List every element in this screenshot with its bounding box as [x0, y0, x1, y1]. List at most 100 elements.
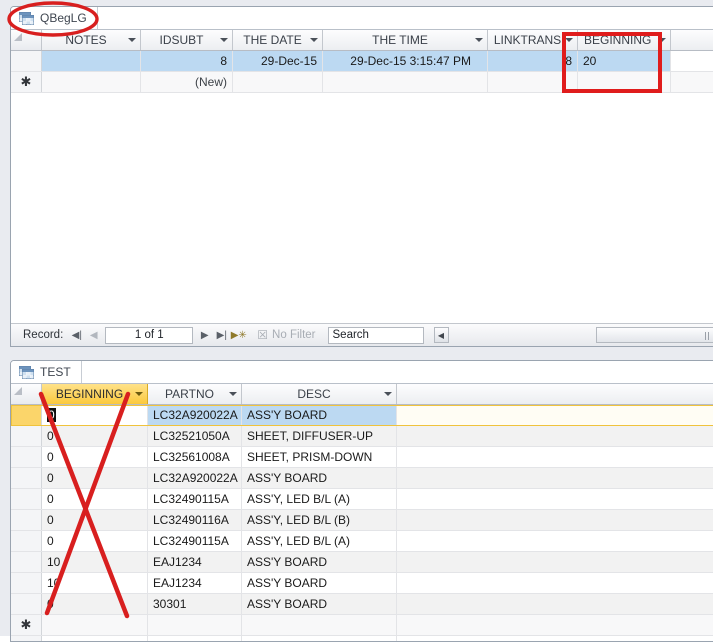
- row-selector[interactable]: [11, 594, 42, 614]
- cell-partno[interactable]: LC32490116A: [148, 510, 242, 530]
- new-record-row[interactable]: ✱: [11, 615, 713, 636]
- cell-partno[interactable]: EAJ1234: [148, 573, 242, 593]
- chevron-down-icon[interactable]: [310, 38, 318, 42]
- cell-the-time[interactable]: 29-Dec-15 3:15:47 PM: [323, 51, 488, 71]
- tab-qbeglg[interactable]: QBegLG: [11, 7, 98, 29]
- new-record-row[interactable]: ✱ (New): [11, 72, 713, 93]
- cell-partno[interactable]: LC32A920022A: [148, 468, 242, 488]
- table-row[interactable]: 10 EAJ1234 ASS'Y BOARD: [11, 552, 713, 573]
- cell-desc[interactable]: ASS'Y, LED B/L (A): [242, 531, 397, 551]
- cell-partno[interactable]: LC32490115A: [148, 489, 242, 509]
- new-record-button[interactable]: ▶✳: [230, 327, 247, 344]
- chevron-down-icon[interactable]: [220, 38, 228, 42]
- cell-desc[interactable]: ASS'Y BOARD: [242, 405, 397, 425]
- chevron-down-icon[interactable]: [658, 38, 666, 42]
- next-record-button[interactable]: ▶: [196, 327, 213, 344]
- cell-notes[interactable]: [42, 51, 141, 71]
- cell-the-date-new[interactable]: [233, 72, 323, 92]
- cell-beginning[interactable]: 0: [42, 447, 148, 467]
- row-selector[interactable]: [11, 405, 42, 425]
- previous-record-button[interactable]: ◀: [85, 327, 102, 344]
- cell-desc[interactable]: ASS'Y BOARD: [242, 594, 397, 614]
- cell-desc[interactable]: ASS'Y, LED B/L (A): [242, 489, 397, 509]
- cell-beginning[interactable]: 0: [42, 489, 148, 509]
- cell-notes-new[interactable]: [42, 72, 141, 92]
- column-header-the-date[interactable]: THE DATE: [233, 30, 323, 50]
- cell-partno-new[interactable]: [148, 615, 242, 635]
- chevron-down-icon[interactable]: [128, 38, 136, 42]
- search-input[interactable]: Search: [327, 326, 424, 344]
- column-header-linktrans[interactable]: LINKTRANS: [488, 30, 578, 50]
- cell-partno[interactable]: EAJ1234: [148, 552, 242, 572]
- cell-the-date[interactable]: 29-Dec-15: [233, 51, 323, 71]
- last-record-button[interactable]: ▶|: [213, 327, 230, 344]
- chevron-down-icon[interactable]: [135, 392, 143, 396]
- table-row[interactable]: 0 LC32521050A SHEET, DIFFUSER-UP: [11, 426, 713, 447]
- cell-idsubt-new[interactable]: (New): [141, 72, 233, 92]
- cell-beginning-new[interactable]: [42, 615, 148, 635]
- first-record-button[interactable]: ◀|: [68, 327, 85, 344]
- cell-beginning[interactable]: 0: [42, 531, 148, 551]
- row-selector[interactable]: [11, 426, 42, 446]
- table-row[interactable]: 0 30301 ASS'Y BOARD: [11, 594, 713, 615]
- column-header-beginning[interactable]: BEGINNING: [42, 384, 148, 404]
- table-row[interactable]: 0 LC32490115A ASS'Y, LED B/L (A): [11, 489, 713, 510]
- column-header-idsubt[interactable]: IDSUBT: [141, 30, 233, 50]
- row-selector-new[interactable]: ✱: [11, 72, 42, 92]
- table-row[interactable]: 8 29-Dec-15 29-Dec-15 3:15:47 PM 8 20: [11, 51, 713, 72]
- cell-partno[interactable]: 30301: [148, 594, 242, 614]
- table-row[interactable]: 10 EAJ1234 ASS'Y BOARD: [11, 573, 713, 594]
- row-selector[interactable]: [11, 468, 42, 488]
- column-header-beginning[interactable]: BEGINNING: [578, 30, 671, 50]
- row-selector[interactable]: [11, 510, 42, 530]
- table-row[interactable]: 0 LC32490115A ASS'Y, LED B/L (A): [11, 531, 713, 552]
- cell-partno[interactable]: LC32561008A: [148, 447, 242, 467]
- row-selector[interactable]: [11, 51, 42, 71]
- cell-beginning[interactable]: 20: [578, 51, 671, 71]
- cell-desc[interactable]: ASS'Y BOARD: [242, 573, 397, 593]
- cell-linktrans-new[interactable]: [488, 72, 578, 92]
- cell-linktrans[interactable]: 8: [488, 51, 578, 71]
- select-all-corner[interactable]: [11, 384, 42, 404]
- cell-desc-new[interactable]: [242, 615, 397, 635]
- cell-beginning[interactable]: 0: [42, 468, 148, 488]
- cell-beginning[interactable]: 0: [42, 405, 148, 425]
- scroll-left-button[interactable]: ◀: [433, 327, 449, 343]
- row-selector[interactable]: [11, 447, 42, 467]
- cell-desc[interactable]: ASS'Y, LED B/L (B): [242, 510, 397, 530]
- cell-partno[interactable]: LC32490115A: [148, 531, 242, 551]
- cell-beginning[interactable]: 10: [42, 552, 148, 572]
- table-row[interactable]: 0 LC32A920022A ASS'Y BOARD: [11, 468, 713, 489]
- record-position-input[interactable]: 1 of 1: [105, 326, 194, 344]
- cell-desc[interactable]: SHEET, DIFFUSER-UP: [242, 426, 397, 446]
- chevron-down-icon[interactable]: [565, 38, 573, 42]
- cell-beginning[interactable]: 10: [42, 573, 148, 593]
- cell-desc[interactable]: SHEET, PRISM-DOWN: [242, 447, 397, 467]
- row-selector-new[interactable]: ✱: [11, 615, 42, 635]
- cell-beginning[interactable]: 0: [42, 510, 148, 530]
- cell-desc[interactable]: ASS'Y BOARD: [242, 468, 397, 488]
- table-row[interactable]: 0 LC32490116A ASS'Y, LED B/L (B): [11, 510, 713, 531]
- table-row[interactable]: 0 LC32561008A SHEET, PRISM-DOWN: [11, 447, 713, 468]
- row-selector[interactable]: [11, 573, 42, 593]
- cell-desc[interactable]: ASS'Y BOARD: [242, 552, 397, 572]
- row-selector[interactable]: [11, 531, 42, 551]
- select-all-corner[interactable]: [11, 30, 42, 50]
- column-header-notes[interactable]: NOTES: [42, 30, 141, 50]
- horizontal-scrollbar[interactable]: [596, 327, 713, 343]
- column-header-partno[interactable]: PARTNO: [148, 384, 242, 404]
- cell-partno[interactable]: LC32A920022A: [148, 405, 242, 425]
- filter-status[interactable]: ☒ No Filter: [257, 328, 315, 342]
- table-row[interactable]: 0 LC32A920022A ASS'Y BOARD: [11, 405, 713, 426]
- column-header-desc[interactable]: DESC: [242, 384, 397, 404]
- row-selector[interactable]: [11, 552, 42, 572]
- chevron-down-icon[interactable]: [229, 392, 237, 396]
- tab-test[interactable]: TEST: [11, 361, 82, 383]
- chevron-down-icon[interactable]: [384, 392, 392, 396]
- cell-partno[interactable]: LC32521050A: [148, 426, 242, 446]
- cell-beginning[interactable]: 0: [42, 426, 148, 446]
- cell-idsubt[interactable]: 8: [141, 51, 233, 71]
- chevron-down-icon[interactable]: [475, 38, 483, 42]
- cell-beginning-new[interactable]: [578, 72, 671, 92]
- row-selector[interactable]: [11, 489, 42, 509]
